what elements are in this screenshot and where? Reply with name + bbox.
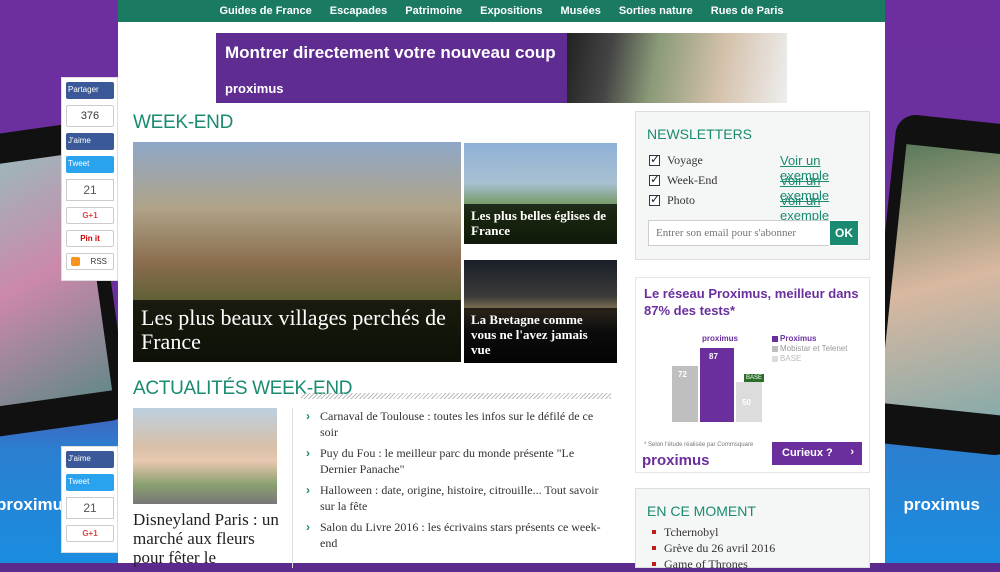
tile-villages[interactable]: Les plus beaux villages perchés de Franc… [133,142,461,362]
nav-rues-paris[interactable]: Rues de Paris [711,5,784,17]
newsletter-checkbox[interactable] [649,152,660,166]
news-item[interactable]: › Carnaval de Toulouse : toutes les infos… [304,408,604,440]
moment-item[interactable]: Game of Thrones [650,556,775,572]
email-field[interactable] [648,220,830,246]
ad-footnote: * Selon l'étude réalisée par Commsquare [644,442,754,448]
facebook-like-button[interactable]: J'aime [66,133,114,150]
newsletter-label: Week-End [667,173,718,187]
news-item[interactable]: › Puy du Fou : le meilleur parc du monde … [304,445,604,477]
tweet-count: 21 [66,179,114,201]
weekend-title: WEEK-END [133,112,233,133]
ad-headline: Le réseau Proximus, meilleur dans 87% de… [644,286,859,318]
main-content: Montrer directement votre nouveau coup p… [118,22,885,571]
subscribe-button[interactable]: OK [829,220,859,246]
nav-escapades[interactable]: Escapades [330,5,387,17]
actu-feature-title[interactable]: Disneyland Paris : un marché aux fleurs … [133,510,283,567]
moment-item[interactable]: Grève du 26 avril 2016 [650,540,775,556]
nav-sorties-nature[interactable]: Sorties nature [619,5,693,17]
tweet-button[interactable]: Tweet [66,156,114,173]
chevron-right-icon: › [306,446,310,460]
ad-base-tag: BASE [744,374,765,382]
nav-musees[interactable]: Musées [560,5,600,17]
gplus-button[interactable]: G+1 [66,207,114,224]
ad-bar-top-label: proximus [702,334,739,343]
right-ad-background[interactable]: proximus [885,0,1000,563]
newsletter-label: Photo [667,193,696,207]
newsletter-option: Photo Voir un exemple [649,192,859,223]
chevron-right-icon: › [306,520,310,534]
nav-guides[interactable]: Guides de France [219,5,311,17]
side-brand-right: proximus [903,495,980,514]
tile-bretagne[interactable]: La Bretagne comme vous ne l'avez jamais … [464,260,617,363]
ad-bar: 87 [700,348,734,422]
top-navigation: Guides de France Escapades Patrimoine Ex… [118,0,885,22]
column-divider [292,408,293,568]
news-item[interactable]: › Halloween : date, origine, histoire, ci… [304,482,604,514]
banner-brand: proximus [225,81,284,96]
phone-image [885,113,1000,457]
like-count: 376 [66,105,114,127]
pinterest-button[interactable]: Pin it [66,230,114,247]
share-bar-top: Partager 376 J'aime Tweet 21 G+1 Pin it … [61,77,118,281]
chevron-right-icon: › [306,483,310,497]
facebook-like-button[interactable]: J'aime [66,451,114,468]
moment-title: EN CE MOMENT [647,503,756,519]
newsletter-box: NEWSLETTERS Voyage Voir un exemple Week-… [635,111,870,260]
rss-button[interactable]: RSS [66,253,114,270]
chevron-right-icon: › [850,446,854,458]
section-divider [301,393,611,399]
ad-bar: 50 [736,382,762,422]
chevron-right-icon: › [306,409,310,423]
news-list: › Carnaval de Toulouse : toutes les infos… [304,408,604,556]
ad-cta-button[interactable]: Curieux ? › [772,442,862,465]
nav-patrimoine[interactable]: Patrimoine [405,5,462,17]
banner-photo [567,33,787,103]
tile-eglises[interactable]: Les plus belles églises de France [464,143,617,244]
tweet-button[interactable]: Tweet [66,474,114,491]
sidebar-ad[interactable]: Le réseau Proximus, meilleur dans 87% de… [635,277,870,473]
moment-list: Tchernobyl Grève du 26 avril 2016 Game o… [650,524,775,572]
moment-item[interactable]: Tchernobyl [650,524,775,540]
newsletter-checkbox[interactable] [649,192,660,206]
ad-brand: proximus [642,452,710,469]
newsletter-title: NEWSLETTERS [647,126,753,142]
actu-feature-image[interactable] [133,408,277,504]
facebook-share-button[interactable]: Partager [66,82,114,99]
tile-caption: La Bretagne comme vous ne l'avez jamais … [464,308,617,363]
tweet-count: 21 [66,497,114,519]
newsletter-option: Voyage Voir un exemple [649,152,859,183]
newsletter-option: Week-End Voir un exemple [649,172,859,203]
tile-caption: Les plus belles églises de France [464,204,617,244]
share-bar-bottom: J'aime Tweet 21 G+1 [61,446,118,553]
news-item[interactable]: › Salon du Livre 2016 : les écrivains sta… [304,519,604,551]
banner-headline: Montrer directement votre nouveau coup [225,43,556,62]
example-link[interactable]: Voir un exemple [780,193,859,223]
tile-caption: Les plus beaux villages perchés de Franc… [133,300,461,362]
en-ce-moment-box: EN CE MOMENT Tchernobyl Grève du 26 avri… [635,488,870,571]
gplus-button[interactable]: G+1 [66,525,114,542]
newsletter-checkbox[interactable] [649,172,660,186]
ad-legend: Proximus Mobistar et Telenet BASE [772,334,847,364]
newsletter-label: Voyage [667,153,703,167]
ad-bar: 72 [672,366,698,422]
nav-expositions[interactable]: Expositions [480,5,542,17]
banner-ad[interactable]: Montrer directement votre nouveau coup p… [216,33,787,103]
